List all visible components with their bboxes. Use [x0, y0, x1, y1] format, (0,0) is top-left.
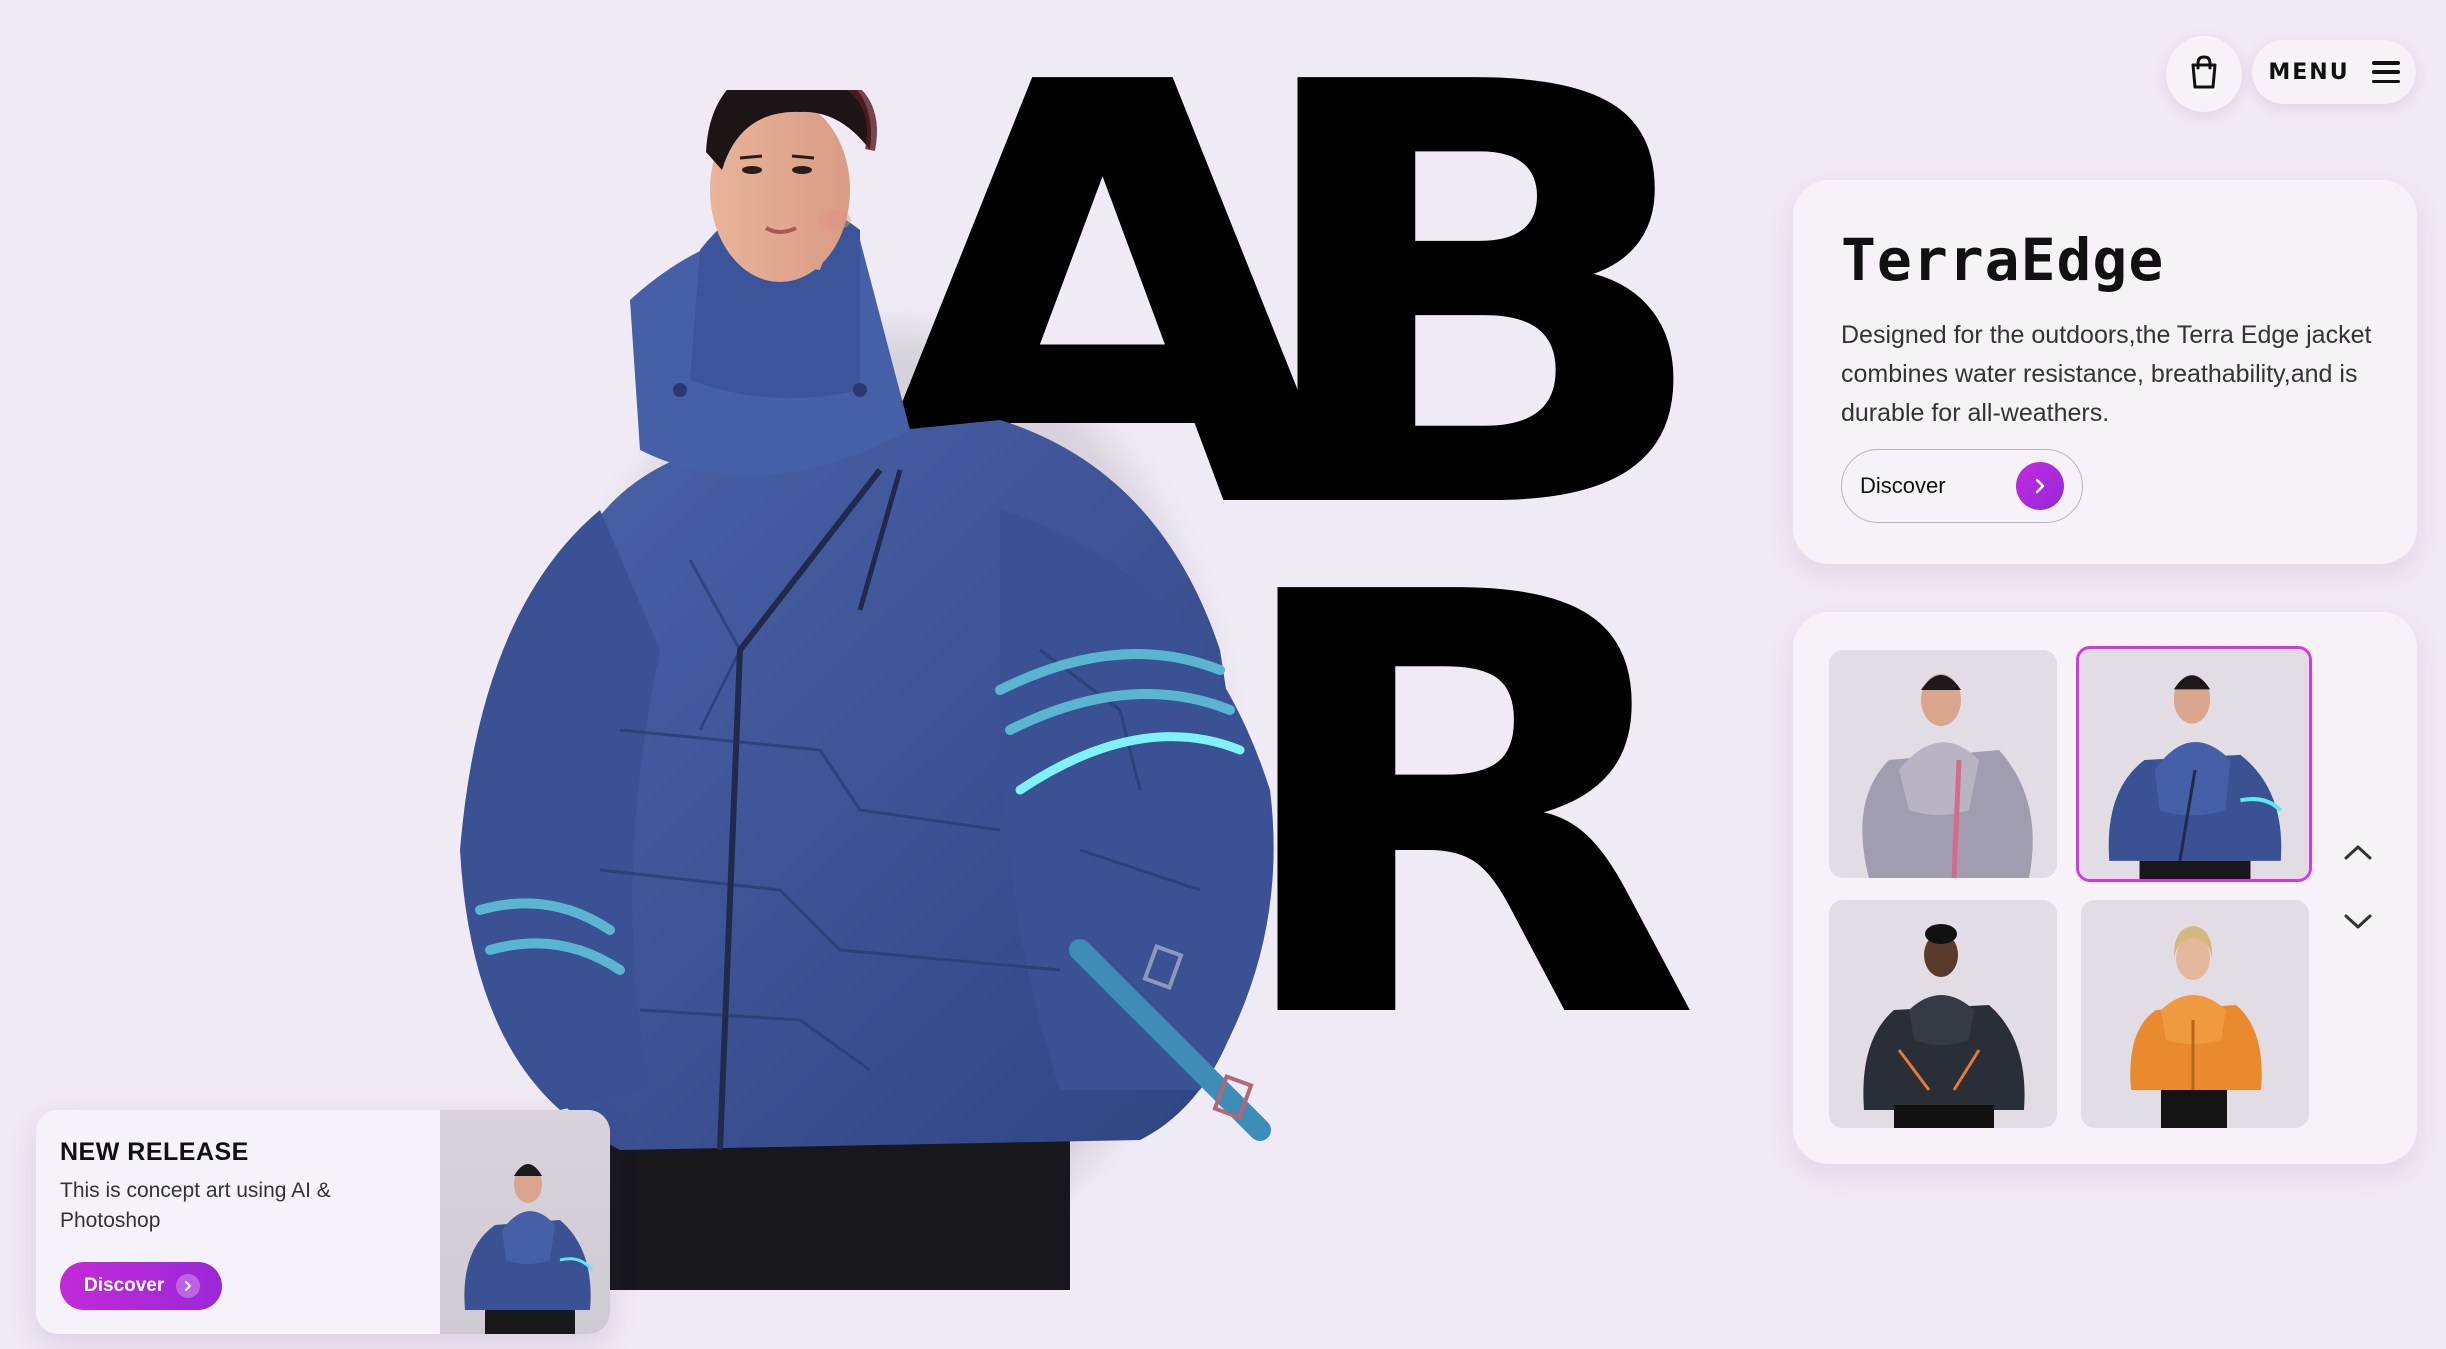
thumbnail-orange-jacket[interactable]: [2081, 900, 2309, 1128]
thumbnail-black-jacket[interactable]: [1829, 900, 2057, 1128]
menu-label: MENU: [2268, 59, 2350, 85]
hamburger-icon: [2371, 61, 2400, 83]
cart-button[interactable]: [2166, 36, 2242, 112]
chevron-up-icon[interactable]: [2338, 832, 2378, 872]
product-info-card: TerraEdge Designed for the outdoors,the …: [1793, 180, 2417, 564]
product-title: TerraEdge: [1841, 226, 2165, 294]
menu-button[interactable]: MENU: [2252, 40, 2416, 104]
chevron-down-icon[interactable]: [2338, 902, 2378, 942]
product-gallery: [1793, 612, 2417, 1164]
new-release-card: NEW RELEASE This is concept art using AI…: [36, 1110, 610, 1334]
thumbnail-grey-jacket[interactable]: [1829, 650, 2057, 878]
arrow-right-icon: [176, 1274, 200, 1298]
shopping-bag-icon: [2188, 54, 2220, 94]
release-description: This is concept art using AI & Photoshop: [60, 1179, 331, 1232]
thumbnail-blue-jacket[interactable]: [2076, 646, 2312, 882]
release-title: NEW RELEASE: [60, 1138, 249, 1166]
product-description: Designed for the outdoors,the Terra Edge…: [1841, 321, 2372, 427]
release-preview-image: [440, 1110, 610, 1334]
arrow-right-icon: [2016, 462, 2064, 510]
release-discover-button[interactable]: Discover: [60, 1262, 222, 1310]
discover-label: Discover: [1860, 473, 1946, 498]
release-discover-label: Discover: [84, 1275, 165, 1296]
product-discover-button[interactable]: Discover: [1841, 449, 2083, 523]
